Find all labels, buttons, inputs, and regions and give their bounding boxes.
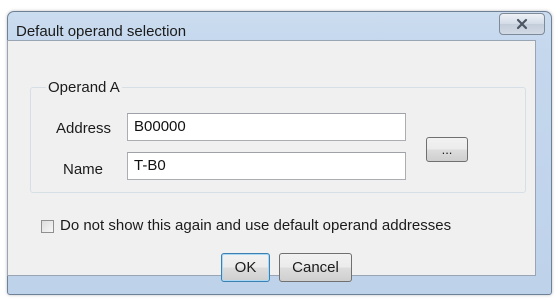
name-label: Name xyxy=(63,161,104,178)
window-title: Default operand selection xyxy=(16,23,187,40)
address-input[interactable]: B00000 xyxy=(127,113,406,141)
dont-show-label[interactable]: Do not show this again and use default o… xyxy=(60,217,451,234)
close-button[interactable] xyxy=(499,13,545,35)
dont-show-checkbox[interactable] xyxy=(41,220,54,233)
browse-operand-button[interactable]: ... xyxy=(426,137,468,162)
cancel-button[interactable]: Cancel xyxy=(279,253,352,282)
address-label: Address xyxy=(56,120,112,137)
close-x-icon xyxy=(516,18,528,30)
ok-button[interactable]: OK xyxy=(221,253,270,282)
group-legend: Operand A xyxy=(46,79,122,96)
name-input[interactable]: T-B0 xyxy=(127,152,406,180)
